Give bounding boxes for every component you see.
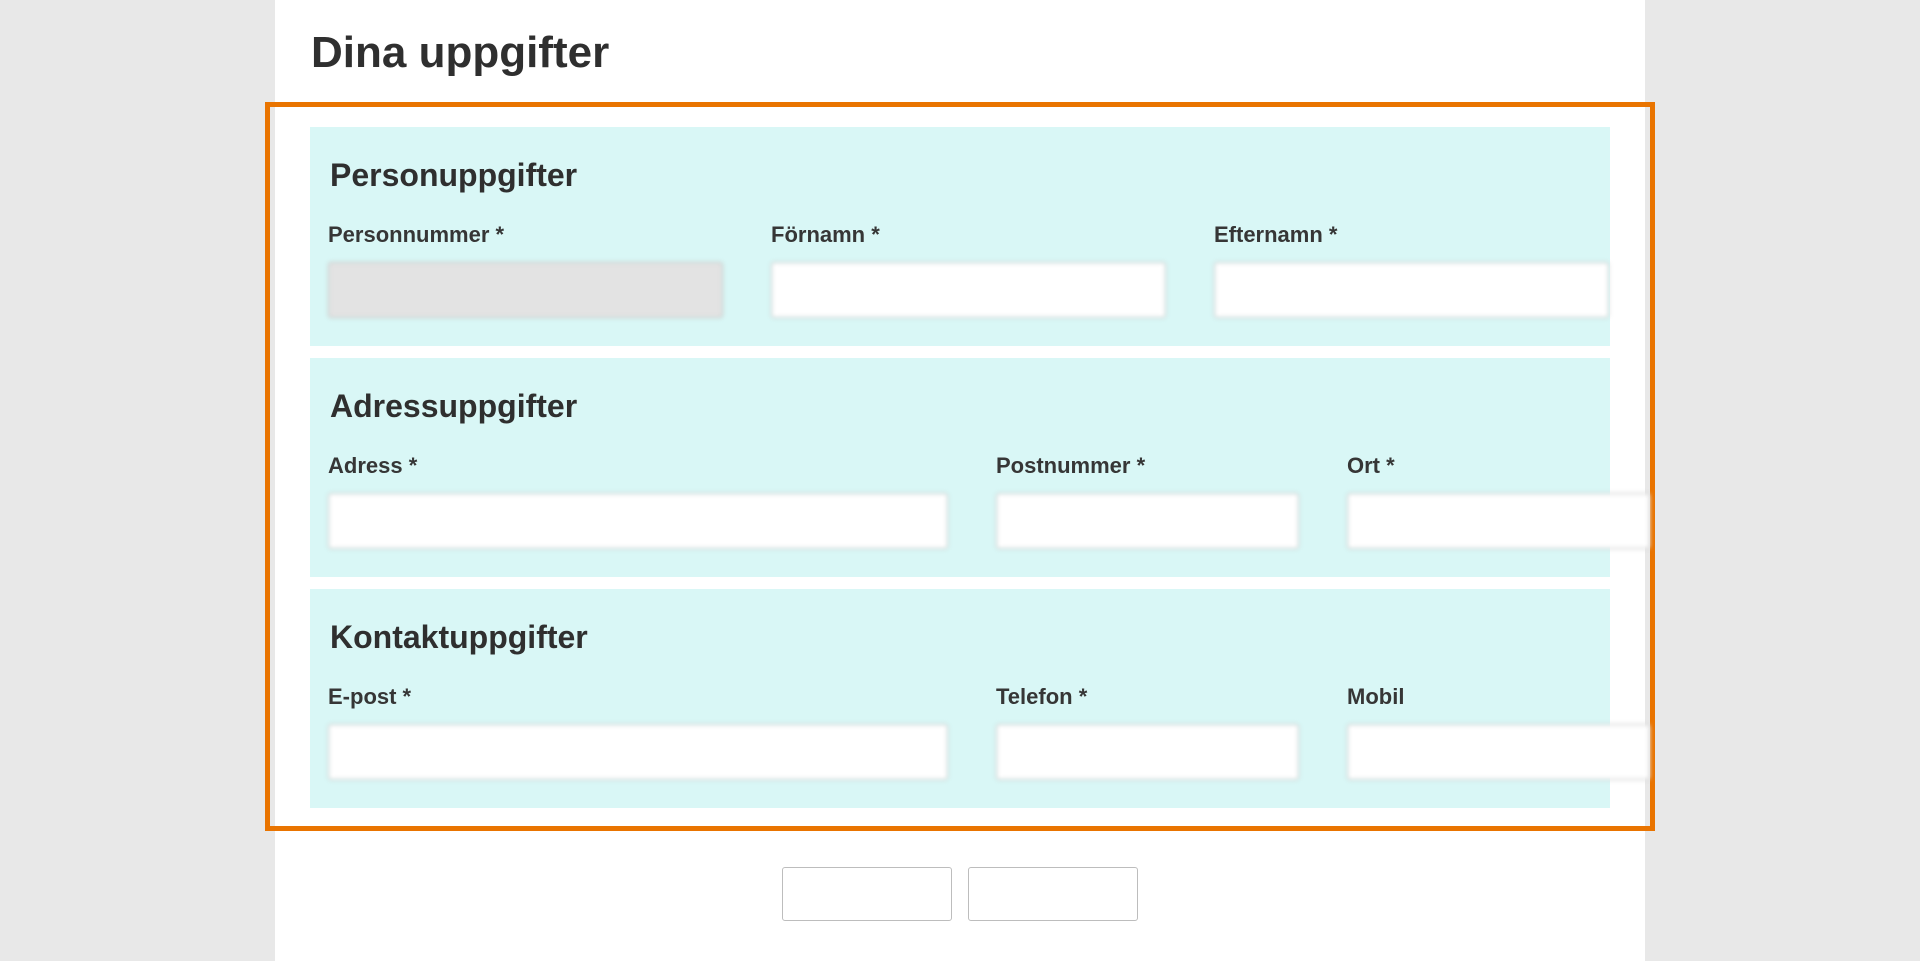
input-telefon[interactable]	[996, 724, 1299, 780]
highlight-box: Personuppgifter Personnummer * Förnamn *…	[265, 102, 1655, 831]
bottom-button-1[interactable]	[782, 867, 952, 921]
field-ort: Ort *	[1347, 453, 1650, 549]
field-efternamn: Efternamn *	[1214, 222, 1609, 318]
field-telefon: Telefon *	[996, 684, 1299, 780]
label-mobil: Mobil	[1347, 684, 1650, 710]
input-mobil[interactable]	[1347, 724, 1650, 780]
bottom-button-2[interactable]	[968, 867, 1138, 921]
input-personnummer	[328, 262, 723, 318]
label-personnummer: Personnummer *	[328, 222, 723, 248]
page-title: Dina uppgifter	[305, 0, 1615, 102]
label-adress: Adress *	[328, 453, 948, 479]
label-ort: Ort *	[1347, 453, 1650, 479]
label-fornamn: Förnamn *	[771, 222, 1166, 248]
section-title-kontaktuppgifter: Kontaktuppgifter	[328, 619, 1592, 656]
section-adressuppgifter: Adressuppgifter Adress * Postnummer * Or…	[310, 358, 1610, 577]
section-title-personuppgifter: Personuppgifter	[328, 157, 1592, 194]
field-postnummer: Postnummer *	[996, 453, 1299, 549]
field-mobil: Mobil	[1347, 684, 1650, 780]
section-kontaktuppgifter: Kontaktuppgifter E-post * Telefon * Mobi…	[310, 589, 1610, 808]
label-postnummer: Postnummer *	[996, 453, 1299, 479]
section-personuppgifter: Personuppgifter Personnummer * Förnamn *…	[310, 127, 1610, 346]
form-container: Dina uppgifter Personuppgifter Personnum…	[275, 0, 1645, 961]
field-adress: Adress *	[328, 453, 948, 549]
label-epost: E-post *	[328, 684, 948, 710]
input-postnummer[interactable]	[996, 493, 1299, 549]
input-epost[interactable]	[328, 724, 948, 780]
input-ort[interactable]	[1347, 493, 1650, 549]
section-title-adressuppgifter: Adressuppgifter	[328, 388, 1592, 425]
label-efternamn: Efternamn *	[1214, 222, 1609, 248]
field-personnummer: Personnummer *	[328, 222, 723, 318]
input-efternamn[interactable]	[1214, 262, 1609, 318]
input-adress[interactable]	[328, 493, 948, 549]
input-fornamn[interactable]	[771, 262, 1166, 318]
field-fornamn: Förnamn *	[771, 222, 1166, 318]
field-epost: E-post *	[328, 684, 948, 780]
label-telefon: Telefon *	[996, 684, 1299, 710]
bottom-buttons	[305, 867, 1615, 921]
